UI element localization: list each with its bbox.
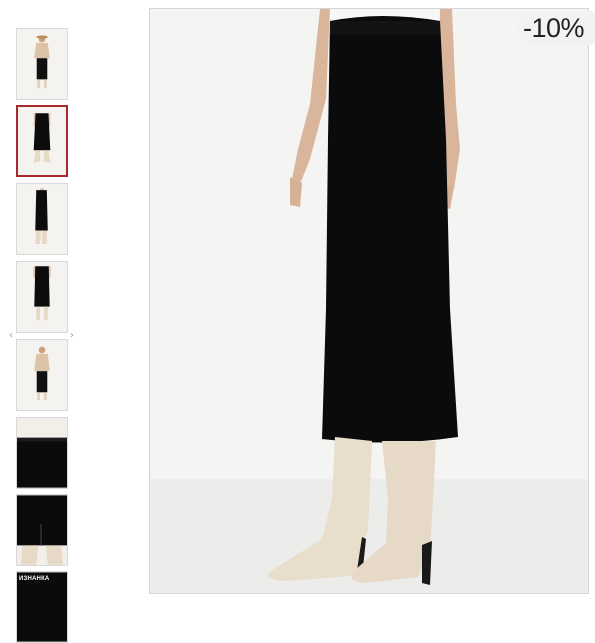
thumbnail-4[interactable] — [16, 261, 68, 333]
skirt-photo — [150, 9, 588, 593]
thumbnail-gallery: ‹ › ИЗНАНКА — [0, 0, 90, 643]
thumbnail-image — [17, 572, 67, 642]
thumbnail-2[interactable] — [16, 105, 68, 177]
thumbnail-3[interactable] — [16, 183, 68, 255]
thumbnail-1[interactable] — [16, 28, 68, 100]
thumbnail-image — [17, 495, 67, 565]
thumbnail-image — [17, 29, 67, 99]
thumbnail-5[interactable] — [16, 339, 68, 411]
thumbnail-label: ИЗНАНКА — [19, 576, 50, 582]
next-thumbnail-arrow[interactable]: › — [70, 330, 74, 342]
thumbnail-image — [18, 107, 66, 175]
main-product-image[interactable] — [149, 8, 589, 594]
thumbnail-image — [17, 418, 67, 488]
thumbnail-image — [17, 262, 67, 332]
thumbnail-image — [17, 340, 67, 410]
thumbnail-image — [17, 184, 67, 254]
discount-badge: -10% — [517, 11, 595, 45]
thumbnail-8[interactable]: ИЗНАНКА — [16, 571, 68, 643]
thumbnail-7[interactable] — [16, 494, 68, 566]
thumbnail-6[interactable] — [16, 417, 68, 489]
prev-thumbnail-arrow[interactable]: ‹ — [9, 330, 13, 342]
